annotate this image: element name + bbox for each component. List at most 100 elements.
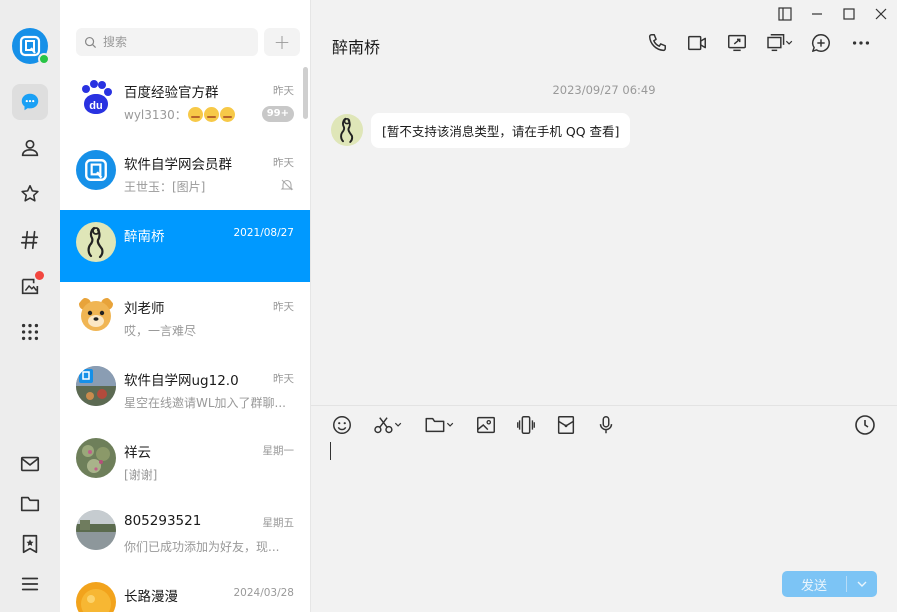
lake-photo-avatar	[76, 510, 116, 550]
add-button[interactable]: +	[264, 28, 300, 56]
voice-call-button[interactable]	[637, 31, 677, 55]
orange-photo-avatar	[76, 582, 116, 612]
send-button[interactable]: 发送	[782, 571, 877, 597]
maximize-button[interactable]	[833, 0, 865, 28]
send-label: 发送	[800, 578, 827, 594]
conversation-name: 805293521	[124, 513, 202, 529]
conversation-item[interactable]: 软件自学网会员群 昨天 王世玉：[图片]	[60, 138, 310, 210]
clock-icon	[855, 415, 875, 435]
sidebar-toggle-icon	[778, 7, 792, 21]
folder-icon	[425, 417, 454, 433]
conversation-item[interactable]: 805293521 星期五 你们已成功添加为好友，现...	[60, 498, 310, 570]
conversation-preview: wyl3130：	[124, 106, 235, 123]
qq-logo-avatar	[76, 150, 116, 190]
video-call-button[interactable]	[677, 31, 717, 55]
sender-avatar[interactable]	[331, 114, 363, 146]
screen-share-button[interactable]	[717, 31, 757, 55]
file-button[interactable]	[423, 413, 457, 437]
conversation-time: 星期五	[262, 517, 295, 529]
plus-icon: +	[273, 30, 291, 54]
emoji-icon	[203, 107, 219, 122]
ink-figure-avatar	[76, 222, 116, 262]
conversation-time: 2024/03/28	[233, 587, 294, 599]
text-caret	[330, 442, 331, 460]
remote-control-button[interactable]	[757, 31, 801, 55]
rail-bookmarks[interactable]	[12, 526, 48, 562]
conversation-item[interactable]: 刘老师 昨天 哎，一言难尽	[60, 282, 310, 354]
conversation-name: 百度经验官方群	[124, 85, 219, 101]
rail-favorites[interactable]	[12, 176, 48, 212]
rail-files[interactable]	[12, 486, 48, 522]
history-button[interactable]	[853, 413, 877, 437]
minimize-icon	[812, 13, 822, 15]
rail-mail[interactable]	[12, 446, 48, 482]
rail-moments[interactable]	[12, 268, 48, 304]
conversation-name: 醉南桥	[124, 229, 165, 245]
image-button[interactable]	[475, 413, 497, 437]
flowers-photo-avatar	[76, 438, 116, 478]
conversation-item-selected[interactable]: 醉南桥 2021/08/27	[60, 210, 310, 282]
conversation-item[interactable]: 祥云 星期一 [谢谢]	[60, 426, 310, 498]
conversation-item[interactable]: 长路漫漫 2024/03/28	[60, 570, 310, 612]
search-box[interactable]	[76, 28, 258, 56]
conversation-item[interactable]: du 百度经验官方群 昨天 wyl3130： 99+	[60, 66, 310, 138]
conversation-time: 昨天	[273, 157, 294, 169]
red-packet-icon	[557, 416, 575, 434]
conversation-time: 昨天	[273, 301, 294, 313]
search-input[interactable]	[103, 35, 243, 49]
remote-screen-icon	[767, 34, 793, 52]
folder-icon	[20, 496, 40, 512]
apps-icon	[21, 323, 39, 341]
search-icon	[84, 36, 97, 48]
input-toolbar	[331, 413, 635, 437]
close-button[interactable]	[865, 0, 897, 28]
minimize-button[interactable]	[801, 0, 833, 28]
mail-icon	[20, 456, 40, 472]
cartoon-bear-avatar	[76, 294, 116, 334]
channel-icon	[20, 230, 39, 250]
message-input[interactable]	[331, 440, 871, 560]
conversation-name: 软件自学网ug12.0	[124, 373, 239, 389]
mute-bell-icon	[280, 179, 294, 191]
add-member-button[interactable]	[801, 31, 841, 55]
conversation-item[interactable]: 软件自学网ug12.0 昨天 星空在线邀请WL加入了群聊...	[60, 354, 310, 426]
conversation-list: + du 百度经验官方群 昨天 wyl3130： 99+ 软件自学网会员群 昨天…	[60, 0, 311, 612]
smiley-icon	[333, 416, 351, 434]
emoji-button[interactable]	[331, 413, 353, 437]
send-options-button[interactable]	[847, 579, 877, 589]
video-icon	[688, 35, 706, 51]
user-avatar[interactable]	[12, 28, 50, 65]
chat-header-actions	[637, 31, 881, 55]
voice-button[interactable]	[595, 413, 617, 437]
star-icon	[21, 184, 39, 202]
chat-title: 醉南桥	[332, 38, 381, 57]
group-photo-avatar	[76, 366, 116, 406]
online-status-dot	[38, 53, 50, 65]
sidebar-toggle-button[interactable]	[769, 0, 801, 28]
rail-contacts[interactable]	[12, 130, 48, 166]
image-icon	[477, 416, 495, 434]
conversation-name: 祥云	[124, 445, 151, 461]
screen-share-icon	[728, 34, 746, 52]
conversation-name: 长路漫漫	[124, 589, 178, 605]
emoji-icon	[219, 107, 235, 122]
vibrate-icon	[517, 416, 535, 434]
emoji-icon	[187, 107, 203, 122]
screenshot-button[interactable]	[371, 413, 405, 437]
rail-apps[interactable]	[12, 314, 48, 350]
rail-channels[interactable]	[12, 222, 48, 258]
conversation-preview: 王世玉：[图片]	[124, 180, 206, 194]
shake-button[interactable]	[515, 413, 537, 437]
bookmark-icon	[22, 534, 38, 554]
close-icon	[875, 8, 887, 20]
message-bubble[interactable]: [暂不支持该消息类型，请在手机 QQ 查看]	[371, 113, 631, 148]
rail-menu[interactable]	[12, 566, 48, 602]
rail-messages[interactable]	[12, 84, 48, 120]
scissors-icon	[374, 417, 402, 434]
conversation-time: 2021/08/27	[233, 227, 294, 239]
conversation-time: 昨天	[273, 373, 294, 385]
baidu-logo-avatar: du	[76, 78, 116, 118]
conversation-name: 刘老师	[124, 301, 165, 317]
more-button[interactable]	[841, 31, 881, 55]
red-packet-button[interactable]	[555, 413, 577, 437]
